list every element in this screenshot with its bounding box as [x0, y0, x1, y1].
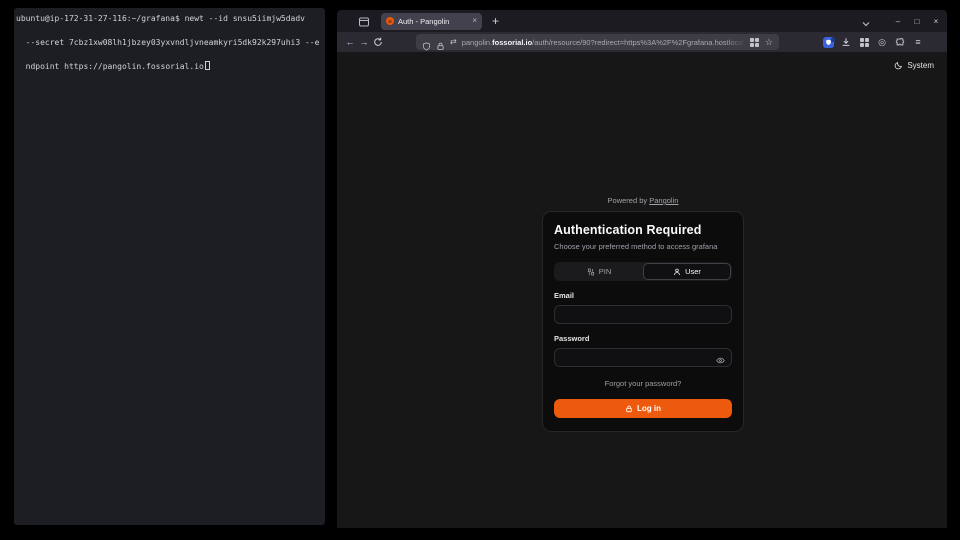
- url-end-icons: ☆: [750, 38, 773, 47]
- page-content: System Powered by Pangolin Authenticatio…: [337, 52, 947, 528]
- toolbar-right-icons: ◎ ≡: [819, 37, 927, 48]
- window-controls: – □ ×: [893, 17, 941, 26]
- show-password-eye-icon[interactable]: [716, 352, 725, 361]
- menu-hamburger-button[interactable]: ≡: [909, 37, 927, 47]
- terminal-window[interactable]: ubuntu@ip-172-31-27-116:~/grafana$ newt …: [14, 8, 325, 525]
- terminal-cursor: [205, 61, 210, 70]
- moon-icon: [894, 61, 903, 70]
- auth-container: Powered by Pangolin Authentication Requi…: [542, 196, 744, 432]
- email-field[interactable]: [554, 305, 732, 324]
- auth-card: Authentication Required Choose your pref…: [542, 211, 744, 432]
- theme-label: System: [907, 61, 934, 70]
- powered-by-text: Powered by: [608, 196, 648, 205]
- email-label: Email: [554, 291, 732, 300]
- container-grid-icon[interactable]: [750, 38, 759, 47]
- squares-extension-button[interactable]: [855, 38, 873, 47]
- reload-button[interactable]: [371, 37, 385, 48]
- card-title: Authentication Required: [554, 223, 732, 237]
- forward-button[interactable]: →: [357, 37, 371, 47]
- extension-shield-button[interactable]: [819, 37, 837, 48]
- powered-by: Powered by Pangolin: [542, 196, 744, 205]
- tab-title: Auth - Pangolin: [398, 17, 468, 26]
- back-button[interactable]: ←: [343, 37, 357, 47]
- binary-icon: [587, 268, 595, 276]
- terminal-line: --secret 7cbz1xw08lh1jbzey03yxvndljvneam…: [26, 38, 320, 47]
- url-domain: fossorial.io: [492, 38, 532, 47]
- url-fade: [725, 38, 745, 47]
- card-subtitle: Choose your preferred method to access g…: [554, 242, 732, 251]
- auth-method-tabs: PIN User: [554, 262, 732, 281]
- extension-badge: [831, 38, 835, 42]
- browser-tab-auth-pangolin[interactable]: Auth - Pangolin ×: [381, 13, 482, 30]
- bookmark-star-icon[interactable]: ☆: [765, 38, 773, 47]
- url-path: /auth/resource/90?redirect=https%3A%2F%2…: [532, 38, 745, 47]
- tab-user-label: User: [685, 267, 701, 276]
- tab-pin[interactable]: PIN: [555, 263, 643, 280]
- close-window-button[interactable]: ×: [931, 17, 941, 26]
- url-text[interactable]: pangolin.fossorial.io/auth/resource/90?r…: [462, 38, 745, 47]
- tab-user[interactable]: User: [643, 263, 731, 280]
- user-icon: [673, 268, 681, 276]
- pangolin-link[interactable]: Pangolin: [649, 196, 678, 205]
- firefox-view-icon[interactable]: [358, 15, 370, 27]
- extensions-puzzle-button[interactable]: [891, 37, 909, 47]
- url-subdomain: pangolin.: [462, 38, 492, 47]
- theme-toggle[interactable]: System: [894, 61, 934, 70]
- password-label: Password: [554, 334, 732, 343]
- browser-window: Auth - Pangolin × + – □ × ← →: [337, 10, 947, 528]
- login-button[interactable]: Log in: [554, 399, 732, 418]
- pangolin-favicon-icon: [386, 17, 394, 25]
- list-tabs-chevron-icon[interactable]: [861, 16, 871, 26]
- tracking-shield-icon[interactable]: [422, 38, 431, 47]
- switch-protocol-icon: ⇄: [450, 38, 457, 46]
- tab-close-icon[interactable]: ×: [472, 17, 477, 25]
- tab-pin-label: PIN: [599, 267, 612, 276]
- tab-bar: Auth - Pangolin × + – □ ×: [337, 10, 947, 32]
- new-tab-button[interactable]: +: [492, 14, 499, 28]
- login-lock-icon: [625, 405, 633, 413]
- navigation-bar: ← → ⇄ pangolin.fossorial.io/auth/resourc…: [337, 32, 947, 52]
- minimize-button[interactable]: –: [893, 17, 903, 26]
- downloads-button[interactable]: [837, 37, 855, 47]
- url-bar[interactable]: ⇄ pangolin.fossorial.io/auth/resource/90…: [416, 34, 779, 50]
- forgot-password-link[interactable]: Forgot your password?: [554, 379, 732, 388]
- maximize-button[interactable]: □: [912, 17, 922, 26]
- squares-grid-icon: [860, 38, 869, 47]
- terminal-line: ndpoint https://pangolin.fossorial.io: [26, 62, 204, 71]
- terminal-line: ubuntu@ip-172-31-27-116:~/grafana$ newt …: [16, 14, 305, 23]
- login-button-label: Log in: [637, 404, 661, 413]
- lock-icon[interactable]: [436, 38, 445, 47]
- password-field[interactable]: [554, 348, 732, 367]
- circle-extension-button[interactable]: ◎: [873, 37, 891, 48]
